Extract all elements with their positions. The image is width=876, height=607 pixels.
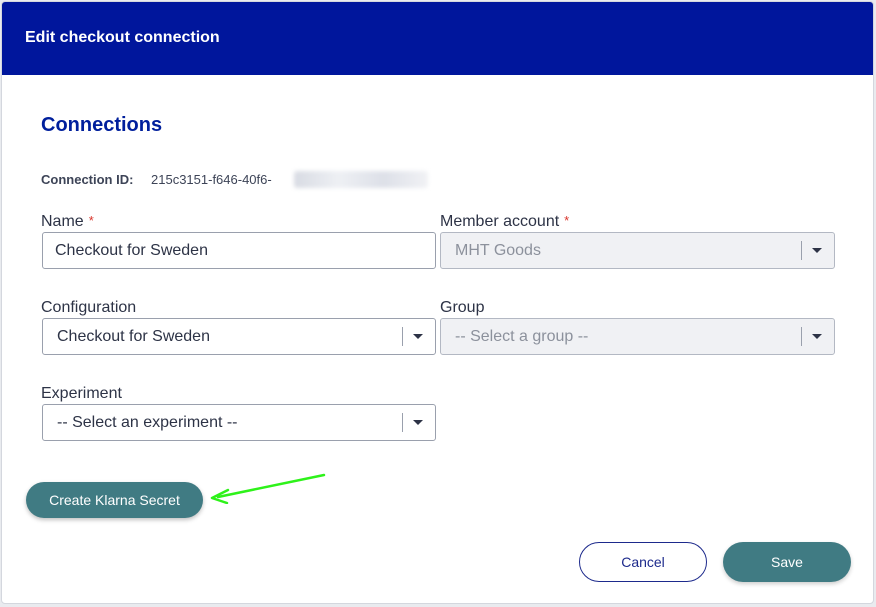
member-account-select[interactable]: MHT Goods xyxy=(440,232,835,269)
cancel-button[interactable]: Cancel xyxy=(579,542,707,582)
member-account-label: Member account * xyxy=(440,213,569,231)
member-account-value: MHT Goods xyxy=(455,242,541,259)
select-divider xyxy=(801,241,802,260)
caret-down-icon[interactable] xyxy=(413,334,423,339)
name-label-text: Name xyxy=(41,213,84,230)
redacted-connection-id xyxy=(294,171,428,188)
group-label: Group xyxy=(440,299,485,316)
member-account-label-text: Member account xyxy=(440,213,560,230)
arrow-annotation-icon xyxy=(210,473,326,504)
required-mark: * xyxy=(88,213,94,228)
configuration-value: Checkout for Sweden xyxy=(57,328,210,345)
required-mark: * xyxy=(564,213,570,228)
select-divider xyxy=(801,327,802,346)
group-value: -- Select a group -- xyxy=(455,328,589,345)
save-button[interactable]: Save xyxy=(723,542,851,582)
caret-down-icon[interactable] xyxy=(413,420,423,425)
section-title: Connections xyxy=(41,114,163,136)
experiment-value: -- Select an experiment -- xyxy=(57,414,238,431)
create-klarna-secret-button[interactable]: Create Klarna Secret xyxy=(26,482,203,518)
caret-down-icon[interactable] xyxy=(812,334,822,339)
name-input[interactable]: Checkout for Sweden xyxy=(42,232,436,269)
name-input-value: Checkout for Sweden xyxy=(55,242,208,259)
configuration-select[interactable]: Checkout for Sweden xyxy=(42,318,436,355)
name-label: Name * xyxy=(41,213,94,231)
select-divider xyxy=(402,327,403,346)
experiment-label: Experiment xyxy=(41,385,122,402)
dialog-title: Edit checkout connection xyxy=(25,29,220,46)
configuration-label: Configuration xyxy=(41,299,137,316)
experiment-select[interactable]: -- Select an experiment -- xyxy=(42,404,436,441)
select-divider xyxy=(402,413,403,432)
connection-id-value: 215c3151-f646-40f6- xyxy=(151,172,272,187)
dialog-header: Edit checkout connection xyxy=(2,2,873,75)
edit-connection-dialog: Edit checkout connection Connections Con… xyxy=(1,1,874,604)
caret-down-icon[interactable] xyxy=(812,248,822,253)
connection-id-label: Connection ID: xyxy=(41,172,134,187)
group-select[interactable]: -- Select a group -- xyxy=(440,318,835,355)
